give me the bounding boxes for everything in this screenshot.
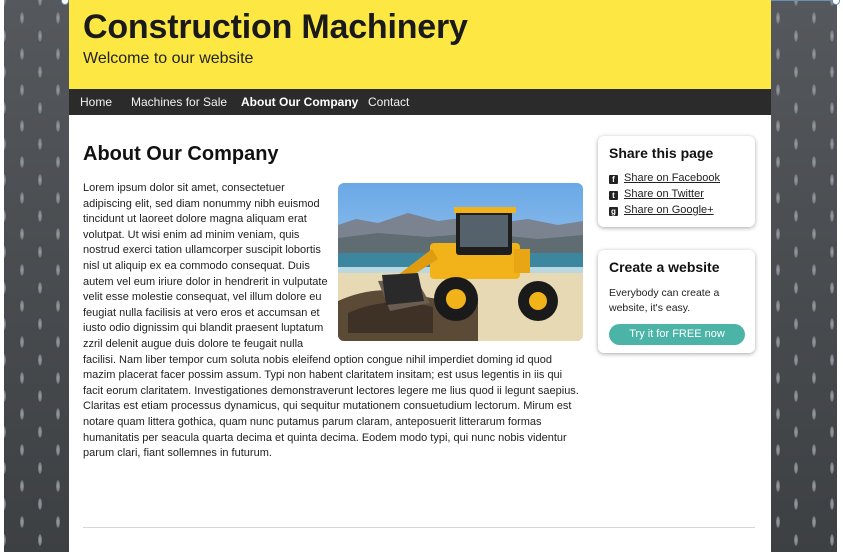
share-widget: Share this page f Share on Facebook t Shar… — [598, 136, 755, 227]
site-header: Construction Machinery Welcome to our we… — [69, 0, 771, 89]
nav-machines-for-sale[interactable]: Machines for Sale — [131, 95, 227, 109]
share-twitter-label[interactable]: Share on Twitter — [624, 188, 704, 200]
content-divider — [83, 527, 755, 528]
share-google-plus-label[interactable]: Share on Google+ — [624, 204, 714, 216]
share-twitter-link[interactable]: t Share on Twitter — [609, 188, 704, 200]
site-tagline: Welcome to our website — [83, 50, 254, 67]
resize-handle[interactable] — [61, 0, 69, 5]
create-website-widget: Create a website Everybody can create a … — [598, 250, 755, 353]
article-content: Lorem ipsum dolor sit amet, consectetuer… — [83, 181, 583, 462]
nav-contact[interactable]: Contact — [368, 95, 409, 109]
twitter-icon: t — [609, 191, 618, 200]
wheel-loader-image — [338, 183, 583, 341]
create-widget-title: Create a website — [609, 259, 720, 275]
share-facebook-link[interactable]: f Share on Facebook — [609, 172, 720, 184]
page-container: Construction Machinery Welcome to our we… — [69, 0, 771, 552]
share-google-plus-link[interactable]: g Share on Google+ — [609, 204, 714, 216]
share-widget-title: Share this page — [609, 145, 714, 161]
site-title: Construction Machinery — [83, 8, 468, 46]
wheel-loader-photo — [338, 183, 583, 341]
google-plus-icon: g — [609, 207, 618, 216]
create-widget-text: Everybody can create a website, it's eas… — [609, 287, 720, 314]
nav-about-our-company[interactable]: About Our Company — [241, 95, 358, 109]
try-free-button[interactable]: Try it for FREE now — [609, 324, 745, 345]
nav-home[interactable]: Home — [80, 95, 112, 109]
share-facebook-label[interactable]: Share on Facebook — [624, 172, 720, 184]
resize-handle[interactable] — [832, 0, 840, 5]
main-navigation: Home Machines for Sale About Our Company… — [69, 89, 771, 115]
facebook-icon: f — [609, 175, 618, 184]
page-heading: About Our Company — [83, 143, 279, 165]
